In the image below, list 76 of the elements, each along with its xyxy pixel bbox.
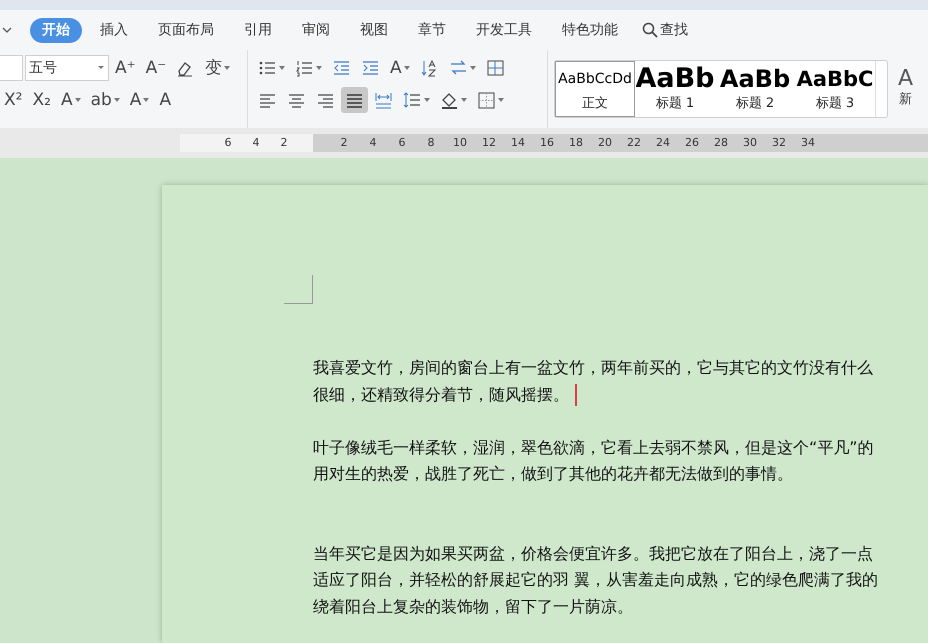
ruler-number: 24 bbox=[655, 134, 671, 151]
font-name-field[interactable] bbox=[0, 55, 23, 81]
format-button[interactable]: A bbox=[56, 87, 85, 113]
border-grid-icon bbox=[477, 90, 496, 110]
ruler-number: 14 bbox=[510, 134, 526, 151]
ruler-number: 32 bbox=[771, 134, 787, 151]
menu-tab[interactable]: 章节 bbox=[406, 18, 458, 42]
caret-icon[interactable] bbox=[97, 65, 105, 71]
toolbar-button[interactable] bbox=[341, 87, 368, 113]
style-option[interactable]: AaBbCcDd 正文 bbox=[555, 61, 635, 117]
ruler-number: 12 bbox=[481, 134, 497, 151]
ruler-number: 8 bbox=[426, 134, 436, 151]
paragraph: 我喜爱文竹，房间的窗台上有一盆文竹，两年前买的，它与其它的文竹没有什么 很细，还精致得分着节，随风摇摆。 bbox=[313, 355, 873, 408]
increase-indent-icon bbox=[361, 58, 380, 78]
caret-icon bbox=[461, 98, 467, 102]
caret-icon bbox=[470, 66, 476, 70]
format-button[interactable]: A bbox=[386, 55, 414, 81]
ruler-number: 6 bbox=[224, 134, 232, 151]
format-button[interactable]: A bbox=[155, 87, 176, 113]
ruler-number: 18 bbox=[568, 134, 584, 151]
decrease-indent-icon bbox=[332, 58, 351, 78]
search-icon bbox=[642, 22, 658, 38]
caret-icon bbox=[404, 66, 410, 70]
font-size-field[interactable]: 五号 bbox=[25, 55, 109, 81]
sort-icon bbox=[420, 58, 439, 78]
ruler-number: 22 bbox=[626, 134, 642, 151]
caret-icon bbox=[224, 66, 230, 70]
paragraph: 叶子像绒毛一样柔软，湿润，翠色欲滴，它看上去弱不禁风，但是这个“平凡”的 用对生的热爱，战胜了死亡，做到了其他的花卉都无法做到的事情。 bbox=[313, 436, 874, 485]
format-button[interactable]: A⁺ bbox=[111, 55, 140, 81]
ruler-number: 30 bbox=[742, 134, 758, 151]
margin-corner-mark bbox=[284, 275, 313, 304]
menu-tab[interactable]: 特色功能 bbox=[550, 18, 630, 42]
format-button[interactable]: 变 bbox=[201, 55, 234, 81]
style-option[interactable]: AaBb 标题 1 bbox=[635, 61, 715, 117]
format-button[interactable]: A⁻ bbox=[142, 55, 170, 81]
distribute-icon bbox=[374, 90, 393, 110]
ruler-number: 26 bbox=[684, 134, 700, 151]
menu-tab[interactable]: 开发工具 bbox=[464, 18, 544, 42]
chevron-down-icon[interactable] bbox=[2, 26, 12, 34]
caret-icon bbox=[498, 98, 504, 102]
menu-tab[interactable]: 插入 bbox=[88, 18, 140, 42]
caret-icon bbox=[143, 98, 150, 102]
ruler-number: 10 bbox=[452, 134, 468, 151]
menu-tab[interactable]: 审阅 bbox=[290, 18, 342, 42]
ruler-number: 20 bbox=[597, 134, 613, 151]
format-button[interactable]: ab bbox=[86, 87, 124, 113]
caret-icon bbox=[279, 66, 285, 70]
ruler-number: 16 bbox=[539, 134, 555, 151]
bulleted-list-icon bbox=[258, 58, 277, 78]
new-style-label[interactable]: 新 bbox=[899, 90, 912, 110]
ruler-number: 2 bbox=[280, 134, 288, 151]
ruler-number: 34 bbox=[800, 134, 816, 151]
style-option[interactable]: AaBb 标题 2 bbox=[715, 61, 795, 117]
new-style-icon[interactable]: A bbox=[898, 68, 914, 90]
ruler-number: 2 bbox=[340, 134, 348, 151]
line-spacing-icon bbox=[403, 90, 422, 110]
ruler-number: 6 bbox=[398, 134, 406, 151]
paragraph: 当年买它是因为如果买两盆，价格会便宜许多。我把它放在了阳台上，浇了一点 适应了阳台，并轻松的舒展起它的羽 翼，从害羞走向成熟，它的绿色爬满了我的 绕着阳台上复杂的装饰物，留下了一片荫凉。 bbox=[313, 542, 878, 618]
caret-icon bbox=[114, 98, 120, 102]
menu-tab[interactable]: 引用 bbox=[232, 18, 284, 42]
table-grid-icon bbox=[486, 58, 505, 78]
format-button[interactable]: X₂ bbox=[28, 87, 55, 113]
caret-icon bbox=[74, 98, 81, 102]
fill-bucket-icon bbox=[440, 90, 459, 110]
menu-tab[interactable]: 页面布局 bbox=[146, 18, 226, 42]
ruler-number: 28 bbox=[713, 134, 729, 151]
numbered-list-icon bbox=[295, 58, 314, 78]
ruler-number: 4 bbox=[368, 134, 378, 151]
ruler-number: 4 bbox=[252, 134, 260, 151]
menu-tab[interactable]: 视图 bbox=[348, 18, 400, 42]
format-button[interactable]: X² bbox=[0, 87, 26, 113]
caret-icon bbox=[316, 66, 322, 70]
format-button[interactable]: A bbox=[126, 87, 154, 113]
search-button[interactable]: 查找 bbox=[636, 20, 694, 40]
caret-icon bbox=[424, 98, 430, 102]
style-option[interactable]: AaBbC 标题 3 bbox=[795, 61, 875, 117]
